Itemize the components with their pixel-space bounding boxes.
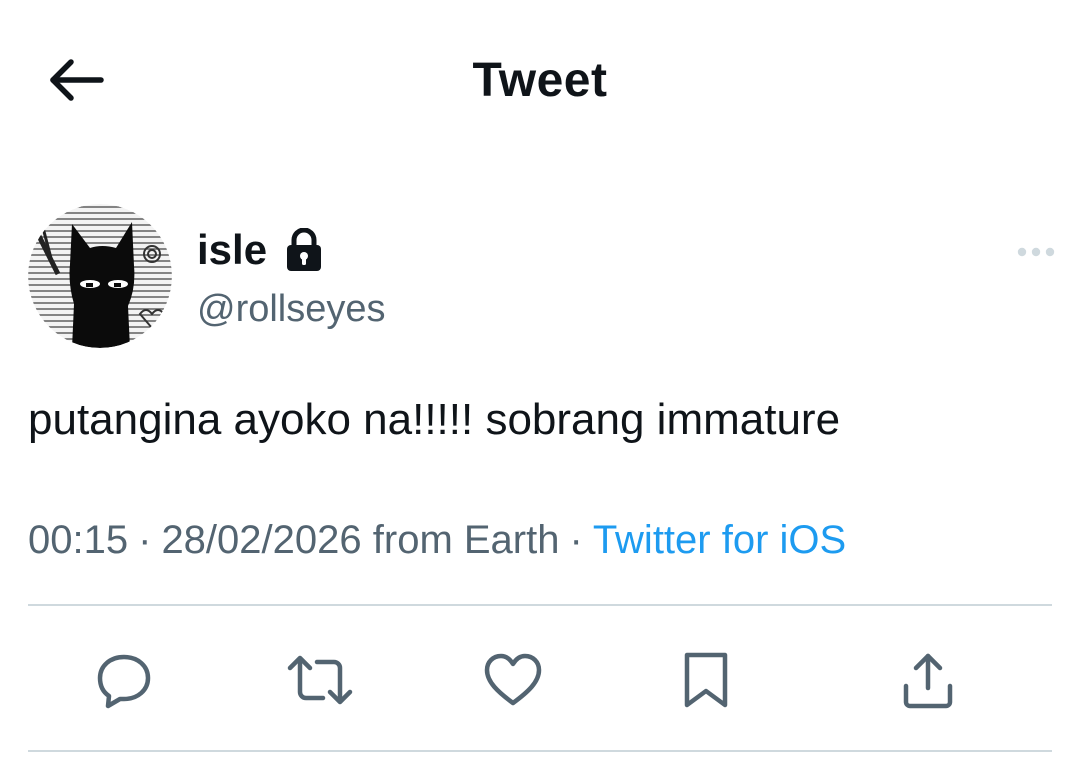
retweet-icon	[287, 655, 353, 705]
retweet-button[interactable]	[280, 640, 360, 720]
top-bar: Tweet	[0, 0, 1080, 160]
tweet-date[interactable]: 28/02/2026	[161, 518, 361, 562]
more-options-button[interactable]	[1006, 232, 1066, 272]
reply-button[interactable]	[84, 640, 164, 720]
avatar[interactable]	[28, 204, 172, 348]
page-title: Tweet	[472, 54, 608, 107]
divider	[28, 604, 1052, 606]
meta-separator: ·	[138, 518, 152, 562]
reply-icon	[97, 654, 151, 709]
black-cat-avatar	[28, 204, 172, 348]
more-horizontal-icon	[1017, 247, 1055, 257]
tweet-meta: 00:15 · 28/02/2026 from Earth · Twitter for …	[28, 512, 846, 568]
heart-icon	[484, 653, 542, 706]
author-handle[interactable]: @rollseyes	[197, 284, 386, 334]
action-bar	[0, 640, 1080, 730]
author-name-row[interactable]: isle	[197, 222, 323, 278]
like-button[interactable]	[473, 640, 553, 720]
tweet-time[interactable]: 00:15	[28, 518, 128, 562]
tweet-source-link[interactable]: Twitter for iOS	[593, 518, 846, 562]
share-button[interactable]	[888, 640, 968, 720]
meta-separator: ·	[569, 518, 583, 562]
display-name: isle	[197, 226, 268, 273]
bookmark-icon	[684, 652, 728, 708]
lock-icon	[285, 227, 323, 273]
tweet-location: from Earth	[372, 518, 560, 562]
tweet-text: putangina ayoko na!!!!! sobrang immature	[28, 395, 841, 444]
bookmark-button[interactable]	[666, 640, 746, 720]
share-icon	[903, 653, 953, 709]
divider	[28, 750, 1052, 752]
